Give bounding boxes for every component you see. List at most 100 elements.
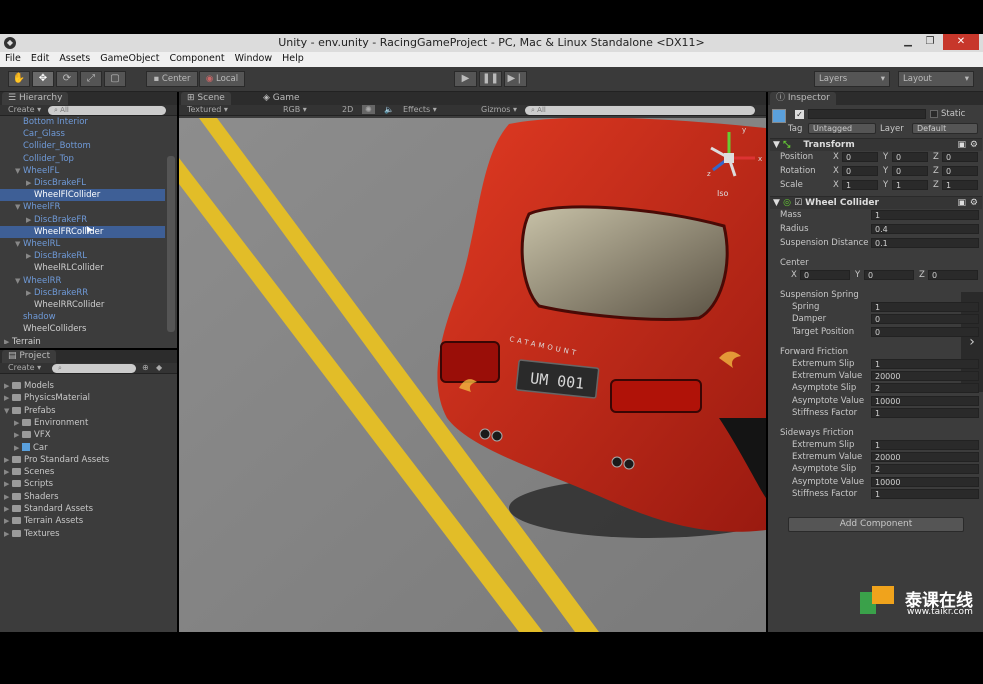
hierarchy-item[interactable]: ▶ DiscBrakeRL xyxy=(0,250,165,262)
spring-field-value[interactable]: 1 xyxy=(871,302,979,312)
forward-friction-value[interactable]: 1 xyxy=(871,359,979,369)
project-item[interactable]: ▶ Models xyxy=(4,380,54,392)
move-tool-button[interactable]: ✥ xyxy=(32,71,54,87)
tab-scene[interactable]: ⊞ Scene xyxy=(181,92,231,105)
menu-assets[interactable]: Assets xyxy=(54,52,95,64)
effects-dropdown[interactable]: Effects ▾ xyxy=(403,105,437,114)
center-x-field[interactable]: 0 xyxy=(800,270,850,280)
hierarchy-item[interactable]: ▼ WheelRR xyxy=(0,275,165,287)
hierarchy-item[interactable]: WheelColliders xyxy=(0,323,165,335)
scale-tool-button[interactable]: ⤢ xyxy=(80,71,102,87)
expand-right-icon[interactable]: ▶ xyxy=(14,442,22,454)
transform-y-field[interactable]: 0 xyxy=(892,166,928,176)
project-item[interactable]: ▶ Terrain Assets xyxy=(4,515,83,527)
play-button[interactable]: ▶ xyxy=(454,71,477,87)
project-item[interactable]: ▶ Pro Standard Assets xyxy=(4,454,109,466)
audio-toggle-icon[interactable]: 🔈 xyxy=(384,105,394,114)
hierarchy-item[interactable]: Bottom Interior xyxy=(0,116,165,128)
scene-search-input[interactable]: ⌕ All xyxy=(525,106,755,115)
transform-header[interactable]: ▼ ⤡ Transform ▣ ⚙ xyxy=(770,138,982,151)
hierarchy-item[interactable]: ▶ DiscBrakeFR xyxy=(0,214,165,226)
expand-right-icon[interactable]: ▶ xyxy=(4,454,12,466)
lighting-toggle-icon[interactable]: ✺ xyxy=(362,105,375,114)
transform-z-field[interactable]: 1 xyxy=(942,180,978,190)
spring-field-value[interactable]: 0 xyxy=(871,314,979,325)
project-item[interactable]: ▶ Standard Assets xyxy=(4,503,93,515)
filter-label-icon[interactable]: ◆ xyxy=(156,363,162,372)
layout-dropdown[interactable]: Layout ▾ xyxy=(898,71,974,87)
pause-button[interactable]: ❚❚ xyxy=(479,71,502,87)
sideways-friction-value[interactable]: 20000 xyxy=(871,452,979,463)
expand-right-icon[interactable]: ▶ xyxy=(26,287,34,299)
gameobject-name-field[interactable] xyxy=(808,109,926,119)
hierarchy-item[interactable]: shadow xyxy=(0,311,165,323)
sideways-friction-value[interactable]: 2 xyxy=(871,464,979,475)
project-item[interactable]: ▶ PhysicsMaterial xyxy=(4,392,90,404)
project-item[interactable]: ▶ Scripts xyxy=(4,478,53,490)
hierarchy-scrollbar[interactable] xyxy=(167,156,175,332)
project-item[interactable]: ▶ Scenes xyxy=(4,466,54,478)
expand-down-icon[interactable]: ▼ xyxy=(15,275,23,287)
hierarchy-item[interactable]: ▼ WheelFR xyxy=(0,201,165,213)
expand-right-icon[interactable]: ▶ xyxy=(26,214,34,226)
tab-project[interactable]: ▤ Project xyxy=(2,350,57,363)
expand-right-icon[interactable]: ▶ xyxy=(14,429,22,441)
hierarchy-create-button[interactable]: Create ▾ xyxy=(8,105,41,114)
filter-type-icon[interactable]: ⊕ xyxy=(142,363,149,372)
project-item[interactable]: ▶ Textures xyxy=(4,528,60,540)
active-checkbox[interactable]: ✓ xyxy=(795,110,804,119)
expand-right-icon[interactable]: ▶ xyxy=(4,515,12,527)
forward-friction-value[interactable]: 20000 xyxy=(871,371,979,382)
mass-field[interactable]: 1 xyxy=(871,210,979,220)
add-component-button[interactable]: Add Component xyxy=(788,517,964,532)
suspension-distance-field[interactable]: 0.1 xyxy=(871,238,979,248)
transform-y-field[interactable]: 1 xyxy=(892,180,928,190)
hierarchy-item[interactable]: ▶ Terrain xyxy=(0,336,165,344)
shading-mode-dropdown[interactable]: Textured ▾ xyxy=(187,105,228,114)
expand-right-icon[interactable]: ▶ xyxy=(14,417,22,429)
expand-down-icon[interactable]: ▼ xyxy=(15,165,23,177)
project-create-button[interactable]: Create ▾ xyxy=(8,363,41,372)
hierarchy-item[interactable]: ▶ DiscBrakeRR xyxy=(0,287,165,299)
hierarchy-item[interactable]: Car_Glass xyxy=(0,128,165,140)
project-item[interactable]: ▼ Prefabs xyxy=(4,405,56,417)
project-search-input[interactable]: ⌕ xyxy=(52,364,136,373)
expand-down-icon[interactable]: ▼ xyxy=(15,201,23,213)
wheel-collider-header[interactable]: ▼ ◎ ☑ Wheel Collider ▣ ⚙ xyxy=(770,196,982,209)
expand-right-icon[interactable]: ▶ xyxy=(4,466,12,478)
hierarchy-item[interactable]: Collider_Top xyxy=(0,153,165,165)
step-button[interactable]: ▶❘ xyxy=(504,71,527,87)
menu-component[interactable]: Component xyxy=(164,52,229,64)
expand-right-icon[interactable]: ▶ xyxy=(26,250,34,262)
project-item[interactable]: ▶ Shaders xyxy=(4,491,59,503)
forward-friction-value[interactable]: 10000 xyxy=(871,395,979,406)
expand-right-icon[interactable]: ▶ xyxy=(26,177,34,189)
pivot-local-button[interactable]: ◉ Local xyxy=(199,71,245,87)
hierarchy-item[interactable]: WheelRLCollider xyxy=(0,262,165,274)
sideways-friction-value[interactable]: 10000 xyxy=(871,476,979,487)
expand-right-icon[interactable]: ▶ xyxy=(4,503,12,515)
tab-inspector[interactable]: ⓘ Inspector xyxy=(770,92,836,105)
expand-right-icon[interactable]: ▶ xyxy=(4,392,12,404)
layer-dropdown[interactable]: Default xyxy=(912,123,978,134)
transform-y-field[interactable]: 0 xyxy=(892,152,928,162)
expand-right-icon[interactable]: ▶ xyxy=(4,528,12,540)
expand-right-icon[interactable]: ▶ xyxy=(4,491,12,503)
pivot-center-button[interactable]: ▪ Center xyxy=(146,71,198,87)
gizmos-dropdown[interactable]: Gizmos ▾ xyxy=(481,105,517,114)
expand-right-icon[interactable]: ▶ xyxy=(4,478,12,490)
render-mode-dropdown[interactable]: RGB ▾ xyxy=(283,105,307,114)
tab-game[interactable]: ◈ Game xyxy=(257,92,306,105)
hierarchy-item[interactable]: Collider_Bottom xyxy=(0,140,165,152)
tab-hierarchy[interactable]: ☰ Hierarchy xyxy=(2,92,69,105)
forward-friction-value[interactable]: 1 xyxy=(871,407,979,418)
expand-down-icon[interactable]: ▼ xyxy=(15,238,23,250)
expand-right-icon[interactable]: ▼ xyxy=(4,405,12,417)
close-button[interactable]: ✕ xyxy=(943,34,979,50)
menu-edit[interactable]: Edit xyxy=(26,52,54,64)
hierarchy-item[interactable]: WheelRRCollider xyxy=(0,299,165,311)
hierarchy-item[interactable]: ▼ WheelRL xyxy=(0,238,165,250)
spring-field-value[interactable]: 0 xyxy=(871,326,979,337)
static-checkbox[interactable] xyxy=(930,110,938,118)
menu-help[interactable]: Help xyxy=(277,52,309,64)
